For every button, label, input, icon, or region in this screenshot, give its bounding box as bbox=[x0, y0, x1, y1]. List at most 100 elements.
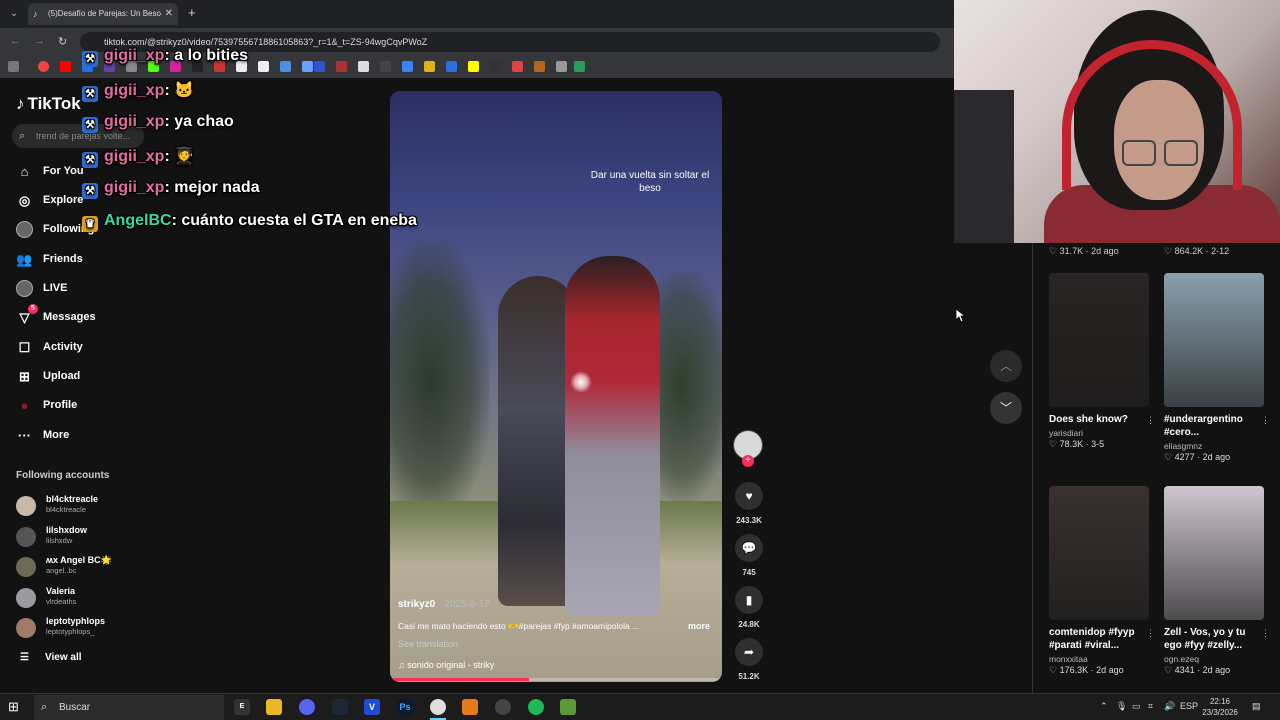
following-account[interactable]: ʍx Angel BC🌟 angel..bc bbox=[16, 555, 146, 579]
following-account[interactable]: lilshxdow lilshxdw bbox=[16, 525, 146, 549]
more-icon: ··· bbox=[18, 428, 31, 443]
following-account[interactable]: bl4cktreacle bl4cktreacle bbox=[16, 494, 146, 518]
taskbar: ⊞ ⌕ Buscar E V Ps ⌃ 🎙 ▭ ⌗ 🔊 ESP 22:16 23/… bbox=[0, 693, 1280, 720]
video-card[interactable]: #underargentino #cero... ⋮ eliasgmnz ♡ 4… bbox=[1164, 273, 1270, 463]
video-author[interactable]: strikyz0 · 2025-8-17 bbox=[398, 599, 490, 610]
bookmark-icon[interactable] bbox=[38, 61, 49, 72]
video-progress-bar[interactable] bbox=[390, 678, 722, 681]
bookmark-icon[interactable] bbox=[446, 61, 457, 72]
bookmark-icon[interactable] bbox=[424, 61, 435, 72]
video-thumbnail[interactable] bbox=[1049, 273, 1149, 407]
card-meta: 78.3K · 3-5 bbox=[1059, 439, 1105, 449]
new-tab-icon[interactable]: + bbox=[188, 5, 196, 20]
windows-start-icon[interactable]: ⊞ bbox=[8, 699, 24, 715]
chat-text: : mejor nada bbox=[164, 179, 260, 196]
bookmark-icon[interactable] bbox=[358, 61, 369, 72]
browser-tab[interactable]: ♪ (5)Desafío de Parejas: Un Beso ✕ bbox=[28, 3, 178, 25]
nav-profile[interactable]: ● Profile bbox=[16, 396, 146, 416]
account-handle: bl4cktreacle bbox=[46, 505, 87, 514]
network-icon[interactable]: ⌗ bbox=[1148, 701, 1153, 712]
tiktok-logo[interactable]: ♪ TikTok bbox=[16, 94, 81, 114]
volume-icon[interactable]: 🔊 bbox=[1164, 701, 1175, 712]
nav-live[interactable]: LIVE bbox=[16, 279, 146, 299]
bookmark-icon[interactable] bbox=[60, 61, 71, 72]
share-arrow-icon[interactable]: ➦ bbox=[735, 638, 763, 666]
nav-upload[interactable]: ⊞ Upload bbox=[16, 367, 146, 387]
close-tab-icon[interactable]: ✕ bbox=[165, 3, 173, 25]
bookmark-icon[interactable] bbox=[302, 61, 313, 72]
nav-friends[interactable]: 👥 Friends bbox=[16, 250, 146, 270]
taskbar-app-icon[interactable]: E bbox=[234, 699, 250, 715]
video-card[interactable]: Does she know? ⋮ yarisdiari ♡ 78.3K · 3-… bbox=[1049, 273, 1155, 450]
video-card[interactable]: Zell - Vos, yo y tu ego #fyy #zelly... ⋮… bbox=[1164, 486, 1270, 676]
bookmark-icon[interactable] bbox=[280, 61, 291, 72]
nav-activity[interactable]: ☐ Activity bbox=[16, 338, 146, 358]
nav-more[interactable]: ··· More bbox=[16, 426, 146, 446]
nav-messages[interactable]: ▽ 5 Messages bbox=[16, 304, 146, 328]
more-button[interactable]: more bbox=[688, 621, 710, 631]
taskbar-search[interactable]: ⌕ Buscar bbox=[34, 695, 224, 720]
video-player[interactable]: Dar una vuelta sin soltar el beso striky… bbox=[390, 91, 722, 682]
tray-icon[interactable]: ▭ bbox=[1132, 701, 1141, 712]
microphone-icon[interactable]: 🎙 bbox=[1116, 701, 1127, 712]
spotify-icon[interactable] bbox=[528, 699, 544, 715]
bookmark-icon[interactable] bbox=[490, 61, 501, 72]
card-title: Zell - Vos, yo y tu ego #fyy #zelly... bbox=[1164, 627, 1246, 651]
card-options-icon[interactable]: ⋮ bbox=[1146, 628, 1155, 639]
video-thumbnail[interactable] bbox=[1164, 486, 1264, 620]
chrome-icon[interactable] bbox=[430, 699, 446, 715]
minecraft-icon[interactable] bbox=[560, 699, 576, 715]
video-thumbnail[interactable] bbox=[1049, 486, 1149, 620]
system-clock[interactable]: 22:16 23/3/2026 bbox=[1198, 696, 1242, 718]
like-heart-icon[interactable]: ♥ bbox=[735, 482, 763, 510]
bookmark-icon[interactable] bbox=[314, 61, 325, 72]
card-author[interactable]: monxxitaa bbox=[1049, 654, 1149, 664]
nav-label: Friends bbox=[43, 253, 83, 265]
bookmark-icon[interactable] bbox=[534, 61, 545, 72]
bookmark-icon[interactable] bbox=[574, 61, 585, 72]
card-author[interactable]: ogn.ezeq bbox=[1164, 654, 1264, 664]
see-translation-link[interactable]: See translation bbox=[398, 639, 458, 649]
tab-search-icon[interactable]: ⌄ bbox=[6, 6, 22, 22]
steam-icon[interactable] bbox=[332, 699, 348, 715]
bookmark-icon[interactable] bbox=[512, 61, 523, 72]
video-thumbnail[interactable] bbox=[1164, 273, 1264, 407]
forward-icon[interactable]: → bbox=[34, 35, 45, 47]
next-video-chevron-down-icon[interactable]: ﹀ bbox=[990, 392, 1022, 424]
search-icon: ⌕ bbox=[19, 130, 26, 142]
comment-icon[interactable]: 💬 bbox=[735, 534, 763, 562]
tray-chevron-icon[interactable]: ⌃ bbox=[1100, 701, 1108, 712]
back-icon[interactable]: ← bbox=[10, 35, 21, 47]
obs-icon[interactable] bbox=[495, 699, 511, 715]
apps-icon[interactable] bbox=[8, 61, 19, 72]
discord-icon[interactable] bbox=[299, 699, 315, 715]
following-account[interactable]: Valeria vlrdeaths bbox=[16, 586, 146, 610]
previous-video-chevron-up-icon[interactable]: ︿ bbox=[990, 350, 1022, 382]
file-explorer-icon[interactable] bbox=[266, 699, 282, 715]
comment-count: 745 bbox=[742, 568, 756, 577]
card-author[interactable]: eliasgmnz bbox=[1164, 441, 1264, 451]
card-author[interactable]: yarisdiari bbox=[1049, 428, 1149, 438]
keyboard-language[interactable]: ESP bbox=[1180, 701, 1198, 711]
bookmark-icon[interactable] bbox=[468, 61, 479, 72]
bookmark-icon[interactable]: ▮ bbox=[735, 586, 763, 614]
reload-icon[interactable]: ↻ bbox=[58, 35, 67, 48]
card-options-icon[interactable]: ⋮ bbox=[1146, 415, 1155, 426]
bookmark-icon[interactable] bbox=[556, 61, 567, 72]
bookmark-icon[interactable] bbox=[336, 61, 347, 72]
card-options-icon[interactable]: ⋮ bbox=[1261, 628, 1270, 639]
bookmark-icon[interactable] bbox=[258, 61, 269, 72]
notifications-icon[interactable]: ▤ bbox=[1252, 701, 1261, 712]
vegas-icon[interactable]: V bbox=[364, 699, 380, 715]
card-options-icon[interactable]: ⋮ bbox=[1261, 415, 1270, 426]
view-all-link[interactable]: ☰ View all bbox=[20, 652, 82, 663]
bookmark-icon[interactable] bbox=[402, 61, 413, 72]
follow-plus-icon[interactable]: + bbox=[742, 455, 754, 467]
video-sound[interactable]: ♫ sonido original - striky bbox=[398, 660, 494, 670]
taskbar-app-icon[interactable] bbox=[462, 699, 478, 715]
video-card[interactable]: comtenidop #fyyp #parati #viral... ⋮ mon… bbox=[1049, 486, 1155, 676]
heart-icon: ♡ bbox=[1164, 246, 1175, 256]
photoshop-icon[interactable]: Ps bbox=[397, 699, 413, 715]
bookmark-icon[interactable] bbox=[380, 61, 391, 72]
following-account[interactable]: leptotyphlops leptotyphlops_ bbox=[16, 616, 146, 640]
